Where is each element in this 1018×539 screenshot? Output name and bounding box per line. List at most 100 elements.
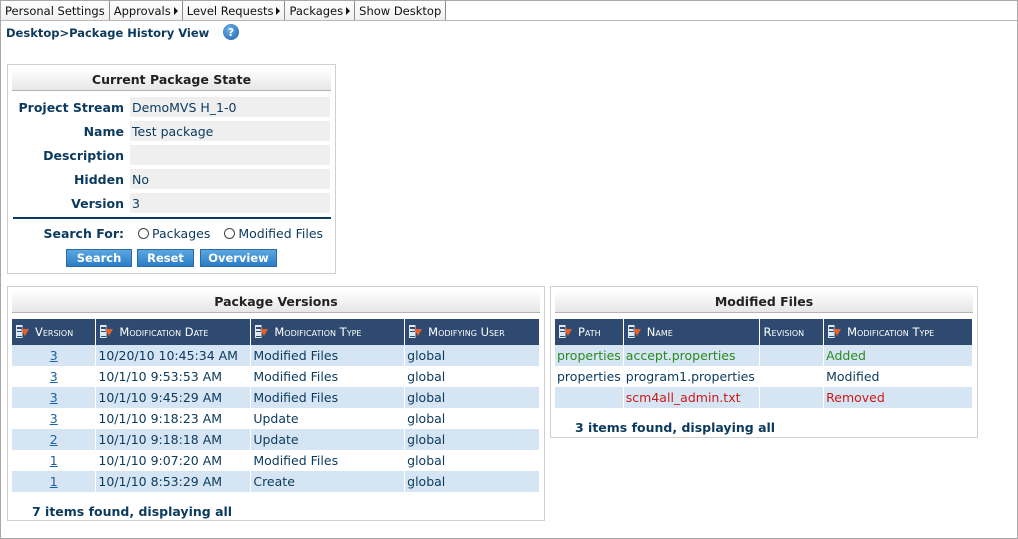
- type-cell: Modified Files: [250, 345, 406, 366]
- field-hidden: Hidden No: [14, 169, 330, 189]
- column-label: Version: [35, 325, 74, 339]
- sort-icon[interactable]: [100, 325, 114, 338]
- sort-icon[interactable]: [559, 325, 572, 338]
- column-label: Modifying User: [428, 325, 505, 339]
- submenu-arrow-icon: [346, 6, 351, 15]
- field-description: Description: [14, 145, 330, 165]
- version-link[interactable]: 2: [50, 432, 58, 447]
- field-label: Project Stream: [18, 99, 125, 115]
- sort-icon[interactable]: [255, 325, 269, 338]
- field-label: Hidden: [73, 171, 124, 187]
- menu-label: Approvals: [113, 3, 171, 18]
- column-header-path[interactable]: Path: [555, 319, 624, 345]
- user-cell: global: [404, 450, 540, 471]
- version-link[interactable]: 3: [50, 348, 58, 363]
- current-package-state-panel: Current Package State Project Stream Dem…: [7, 64, 336, 274]
- revision-cell: [759, 345, 825, 366]
- sort-icon[interactable]: [828, 325, 842, 338]
- field-label: Version: [71, 195, 124, 211]
- table-row: 3 10/1/10 9:45:29 AM Modified Files glob…: [12, 387, 540, 408]
- radio-modified-files[interactable]: [224, 227, 236, 239]
- menu-label: Packages: [289, 3, 344, 18]
- date-cell: 10/1/10 9:53:53 AM: [95, 366, 252, 387]
- table-header-row: Path Name Revision Modification Type: [555, 319, 973, 345]
- sort-icon[interactable]: [627, 325, 641, 338]
- field-label: Description: [43, 147, 124, 163]
- table-row: 3 10/20/10 10:45:34 AM Modified Files gl…: [12, 345, 540, 366]
- column-header-modification-type[interactable]: Modification Type: [823, 319, 973, 345]
- table-row: 1 10/1/10 8:53:29 AM Create global: [12, 471, 540, 492]
- field-value: Test package: [130, 121, 330, 141]
- date-cell: 10/1/10 9:07:20 AM: [95, 450, 252, 471]
- overview-button[interactable]: Overview: [200, 249, 277, 267]
- field-name: Name Test package: [14, 121, 330, 141]
- menu-level-requests[interactable]: Level Requests: [182, 1, 286, 20]
- column-label: Revision: [763, 325, 805, 339]
- results-count: 7 items found, displaying all: [32, 504, 233, 519]
- radio-label-modified-files[interactable]: Modified Files: [238, 226, 323, 241]
- column-label: Path: [578, 325, 601, 339]
- name-cell: scm4all_admin.txt: [623, 387, 760, 408]
- column-header-version[interactable]: Version: [12, 319, 97, 345]
- package-versions-panel: Package Versions Version Modification Da…: [7, 286, 545, 521]
- column-header-revision[interactable]: Revision: [759, 319, 825, 345]
- help-icon[interactable]: ?: [223, 24, 239, 40]
- divider: [13, 217, 331, 219]
- results-count: 3 items found, displaying all: [575, 420, 776, 435]
- radio-packages[interactable]: [138, 227, 149, 239]
- version-link[interactable]: 1: [50, 474, 58, 489]
- search-for-row: Search For: Packages Modified Files: [14, 222, 330, 244]
- radio-label-packages[interactable]: Packages: [152, 226, 210, 241]
- menu-label: Level Requests: [186, 3, 274, 18]
- type-cell: Update: [250, 429, 406, 450]
- sort-icon[interactable]: [409, 325, 423, 338]
- reset-button[interactable]: Reset: [137, 249, 194, 267]
- version-link[interactable]: 3: [50, 411, 58, 426]
- date-cell: 10/20/10 10:45:34 AM: [95, 345, 252, 366]
- user-cell: global: [404, 429, 540, 450]
- table-row: 3 10/1/10 9:53:53 AM Modified Files glob…: [12, 366, 540, 387]
- date-cell: 10/1/10 9:18:23 AM: [95, 408, 252, 429]
- version-link[interactable]: 3: [50, 390, 58, 405]
- menu-show-desktop[interactable]: Show Desktop: [355, 1, 447, 20]
- menu-packages[interactable]: Packages: [285, 1, 356, 20]
- column-label: Modification Type: [847, 325, 935, 339]
- table-row: 2 10/1/10 9:18:18 AM Update global: [12, 429, 540, 450]
- user-cell: global: [404, 408, 540, 429]
- type-cell: Modified Files: [250, 366, 406, 387]
- panel-title: Modified Files: [555, 291, 973, 313]
- column-label: Modification Type: [274, 325, 362, 339]
- status-cell: Added: [823, 345, 973, 366]
- submenu-arrow-icon: [276, 6, 281, 15]
- revision-cell: [759, 366, 825, 387]
- table-row: properties accept.properties Added: [555, 345, 973, 366]
- package-versions-table: Version Modification Date Modification T…: [12, 319, 540, 492]
- column-header-modifying-user[interactable]: Modifying User: [404, 319, 540, 345]
- version-link[interactable]: 3: [50, 369, 58, 384]
- search-button[interactable]: Search: [66, 249, 132, 267]
- revision-cell: [759, 387, 825, 408]
- field-value: DemoMVS H_1-0: [130, 97, 330, 117]
- path-cell: properties: [555, 345, 624, 366]
- date-cell: 10/1/10 9:18:18 AM: [95, 429, 252, 450]
- status-cell: Modified: [823, 366, 973, 387]
- name-cell: accept.properties: [623, 345, 760, 366]
- field-value: 3: [130, 193, 330, 213]
- column-label: Name: [646, 325, 673, 339]
- table-row: scm4all_admin.txt Removed: [555, 387, 973, 408]
- column-header-modification-type[interactable]: Modification Type: [250, 319, 406, 345]
- name-cell: program1.properties: [623, 366, 760, 387]
- column-header-name[interactable]: Name: [623, 319, 760, 345]
- field-version: Version 3: [14, 193, 330, 213]
- breadcrumb: Desktop>Package History View: [6, 26, 210, 40]
- table-row: 1 10/1/10 9:07:20 AM Modified Files glob…: [12, 450, 540, 471]
- sort-icon[interactable]: [16, 325, 29, 338]
- menu-approvals[interactable]: Approvals: [109, 1, 183, 20]
- version-link[interactable]: 1: [50, 453, 58, 468]
- user-cell: global: [404, 471, 540, 492]
- path-cell: [555, 387, 624, 408]
- type-cell: Create: [250, 471, 406, 492]
- menu-personal-settings[interactable]: Personal Settings: [1, 1, 110, 20]
- column-header-modification-date[interactable]: Modification Date: [95, 319, 252, 345]
- user-cell: global: [404, 366, 540, 387]
